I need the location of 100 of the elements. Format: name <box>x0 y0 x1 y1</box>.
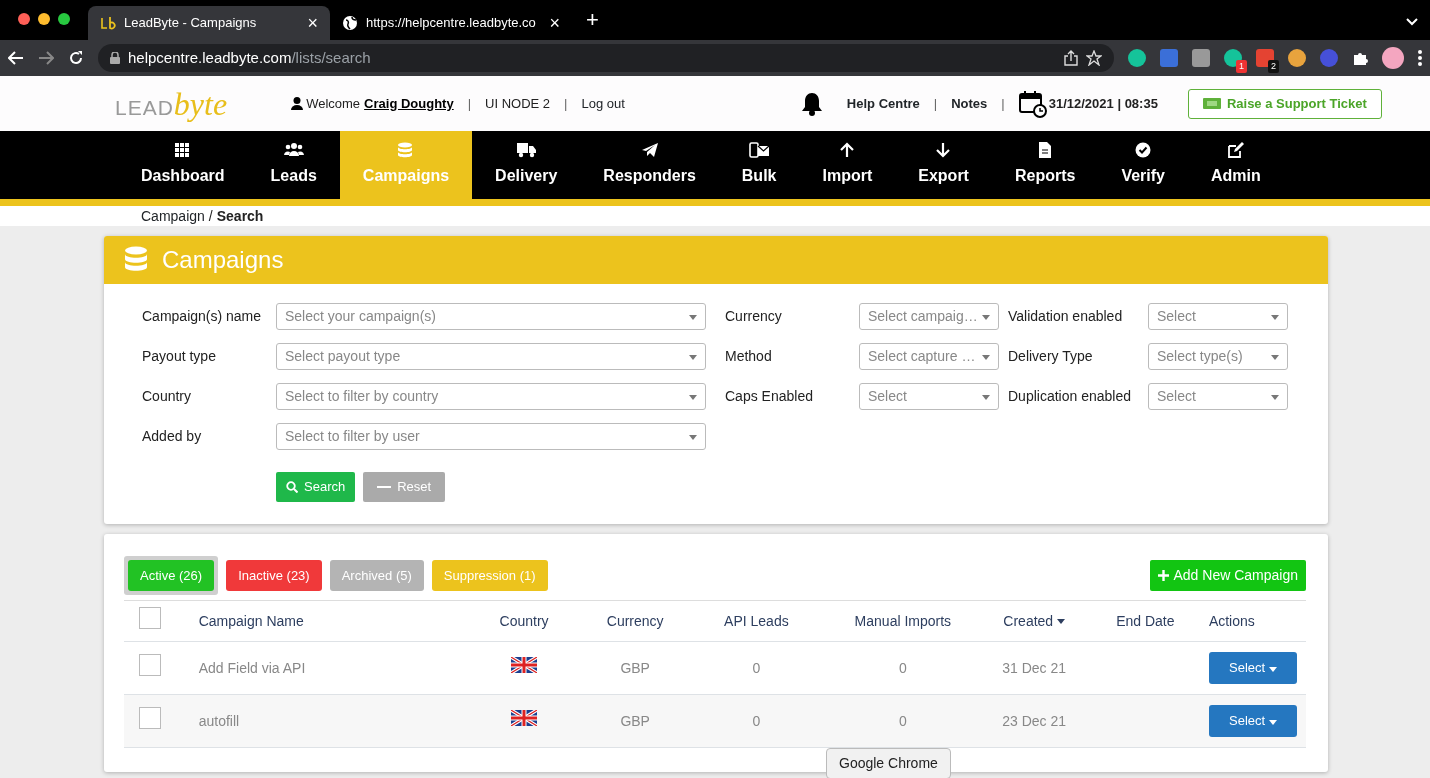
reload-icon[interactable] <box>68 50 84 66</box>
check-circle-icon <box>1134 142 1152 158</box>
notification-badge: 2 <box>1268 59 1279 73</box>
extension-icon[interactable] <box>1288 49 1306 67</box>
forward-icon[interactable] <box>38 51 54 65</box>
column-header[interactable]: API Leads <box>724 612 789 629</box>
nav-tab[interactable]: Bulk <box>718 131 800 199</box>
avatar-icon[interactable] <box>1382 47 1404 69</box>
column-header[interactable]: Currency <box>606 612 664 629</box>
arrow-down-icon <box>935 142 953 158</box>
window-control-icon[interactable] <box>18 13 30 25</box>
nav-tab[interactable]: Export <box>895 131 992 199</box>
globe-icon <box>342 15 358 31</box>
chevron-down-icon[interactable] <box>1406 18 1418 26</box>
filter-label: Delivery Type <box>1008 347 1094 366</box>
nav-tab[interactable]: Delivery <box>472 131 581 199</box>
filter-label: Campaign(s) name <box>142 307 263 326</box>
campaign-name: autofill <box>198 712 240 729</box>
url-text: helpcentre.leadbyte.com/lists/search <box>128 47 372 68</box>
breadcrumb-current: Search <box>216 208 264 224</box>
arrow-up-icon <box>838 142 856 158</box>
table-cell: GBP <box>620 712 650 729</box>
flag-icon <box>511 657 538 673</box>
address-bar[interactable]: helpcentre.leadbyte.com/lists/search <box>98 44 1114 72</box>
extension-icon[interactable] <box>1128 49 1146 67</box>
grid-icon <box>174 142 192 158</box>
user-link[interactable]: Craig Doughty <box>364 93 454 114</box>
table-cell: 23 Dec 21 <box>1002 712 1067 729</box>
nav-tab[interactable]: Admin <box>1188 131 1284 199</box>
nav-tab[interactable]: Dashboard <box>118 131 248 199</box>
node-label: UI NODE 2 <box>485 94 551 113</box>
window-control-icon[interactable] <box>58 13 70 25</box>
nav-tab[interactable]: Leads <box>247 131 340 199</box>
nav-tab[interactable]: Reports <box>991 131 1099 199</box>
nav-tab[interactable]: Import <box>799 131 896 199</box>
bell-icon[interactable] <box>800 91 823 116</box>
status-tab[interactable]: Inactive (23) <box>226 560 322 591</box>
table-cell: 0 <box>752 712 761 729</box>
column-header[interactable]: End Date <box>1116 612 1175 629</box>
sort-caret-icon[interactable] <box>1057 619 1066 625</box>
edit-icon <box>1227 142 1245 158</box>
checkbox[interactable] <box>139 654 161 676</box>
select-dropdown-button[interactable]: Select <box>1208 652 1297 684</box>
paper-plane-icon <box>641 142 659 158</box>
select-field[interactable]: Select capture … <box>859 343 999 370</box>
table-cell: 0 <box>752 659 761 676</box>
caret-icon <box>1268 720 1277 726</box>
column-header[interactable]: Manual Imports <box>854 612 952 629</box>
table-cell: 0 <box>898 659 907 676</box>
notification-badge: 1 <box>1236 59 1247 73</box>
filter-label: Caps Enabled <box>725 387 814 406</box>
breadcrumb-link[interactable]: Campaign <box>141 208 205 224</box>
column-header[interactable]: Country <box>499 612 549 629</box>
select-dropdown-button[interactable]: Select <box>1208 705 1297 737</box>
column-header[interactable]: Campaign Name <box>198 612 304 629</box>
puzzle-icon[interactable] <box>1352 50 1368 66</box>
checkbox[interactable] <box>139 607 161 629</box>
browser-tab[interactable]: https://helpcentre.leadbyte.co × <box>330 6 572 40</box>
notes-link[interactable]: Notes <box>951 93 988 114</box>
document-icon <box>1036 142 1054 158</box>
date-time: 31/12/2021 | 08:35 <box>1048 94 1158 113</box>
logout-link[interactable]: Log out <box>581 93 625 114</box>
filter-label: Added by <box>142 427 203 446</box>
caret-icon <box>1268 667 1277 673</box>
welcome-text: Welcome <box>306 94 361 113</box>
select-field[interactable]: Select to filter by country <box>276 383 706 410</box>
panel-title: Campaigns <box>162 245 284 275</box>
help-centre-link[interactable]: Help Centre <box>846 93 920 114</box>
select-field[interactable]: Select to filter by user <box>276 423 706 450</box>
extension-icon[interactable] <box>1256 49 1274 67</box>
column-header[interactable]: Actions <box>1208 612 1255 629</box>
nav-tab[interactable]: Responders <box>580 131 719 199</box>
filter-label: Duplication enabled <box>1008 387 1132 406</box>
select-field[interactable]: Select campaig… <box>859 303 999 330</box>
close-tab-button[interactable]: × <box>549 9 560 37</box>
nav-tab[interactable]: Verify <box>1098 131 1188 199</box>
truck-icon <box>516 142 536 158</box>
star-icon[interactable] <box>1086 50 1102 66</box>
back-icon[interactable] <box>8 51 24 65</box>
window-control-icon[interactable] <box>38 13 50 25</box>
column-header[interactable]: Created <box>1003 612 1058 629</box>
select-field[interactable]: Select <box>1148 383 1288 410</box>
select-field[interactable]: Select <box>1148 303 1288 330</box>
close-tab-button[interactable]: × <box>307 9 318 37</box>
new-tab-button[interactable]: + <box>586 3 599 36</box>
user-icon <box>291 97 304 110</box>
campaign-name: Add Field via API <box>198 659 306 676</box>
filter-label: Validation enabled <box>1008 307 1124 326</box>
extension-icon[interactable] <box>1224 49 1242 67</box>
select-field[interactable]: Select <box>859 383 999 410</box>
filter-label: Method <box>725 347 773 366</box>
share-icon[interactable] <box>1064 50 1078 66</box>
select-field[interactable]: Select your campaign(s) <box>276 303 706 330</box>
select-field[interactable]: Select type(s) <box>1148 343 1288 370</box>
checkbox[interactable] <box>139 707 161 729</box>
select-field[interactable]: Select payout type <box>276 343 706 370</box>
browser-tab[interactable]: LeadByte - Campaigns × <box>88 6 330 40</box>
flag-icon <box>511 710 538 726</box>
tooltip: Google Chrome <box>826 748 951 778</box>
more-icon[interactable] <box>1418 50 1422 66</box>
